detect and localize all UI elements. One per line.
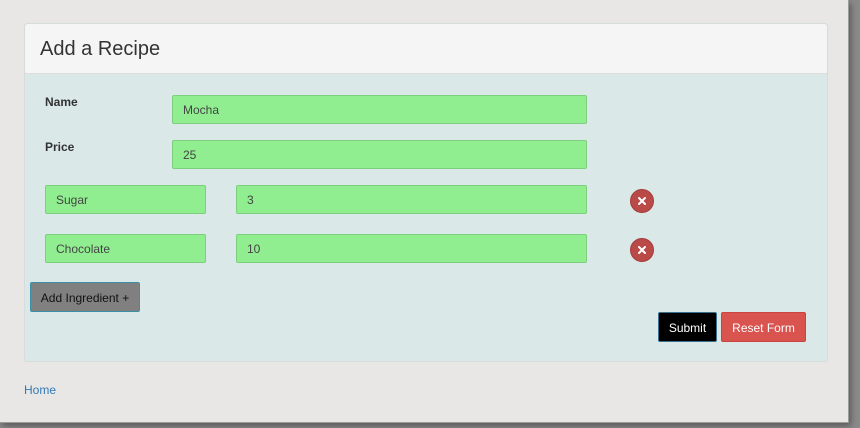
remove-ingredient-button[interactable]	[630, 238, 654, 262]
ingredient-name-input[interactable]	[45, 185, 206, 214]
reset-form-button[interactable]: Reset Form	[721, 312, 806, 342]
page-title: Add a Recipe	[40, 38, 161, 60]
ingredient-name-input[interactable]	[45, 234, 206, 263]
recipe-form-panel: Add a Recipe Name Price Add Ingred	[24, 23, 828, 362]
ingredient-amount-input[interactable]	[236, 234, 587, 263]
browser-window: Add a Recipe Name Price Add Ingred	[0, 0, 849, 423]
home-link[interactable]: Home	[24, 383, 56, 397]
submit-button[interactable]: Submit	[658, 312, 717, 342]
price-label: Price	[45, 140, 75, 154]
name-label: Name	[45, 95, 78, 109]
panel-heading: Add a Recipe	[25, 24, 827, 74]
add-ingredient-button[interactable]: Add Ingredient +	[30, 282, 140, 312]
close-icon	[638, 197, 646, 205]
remove-ingredient-button[interactable]	[630, 189, 654, 213]
close-icon	[638, 246, 646, 254]
ingredient-amount-input[interactable]	[236, 185, 587, 214]
name-input[interactable]	[172, 95, 587, 124]
price-input[interactable]	[172, 140, 587, 169]
